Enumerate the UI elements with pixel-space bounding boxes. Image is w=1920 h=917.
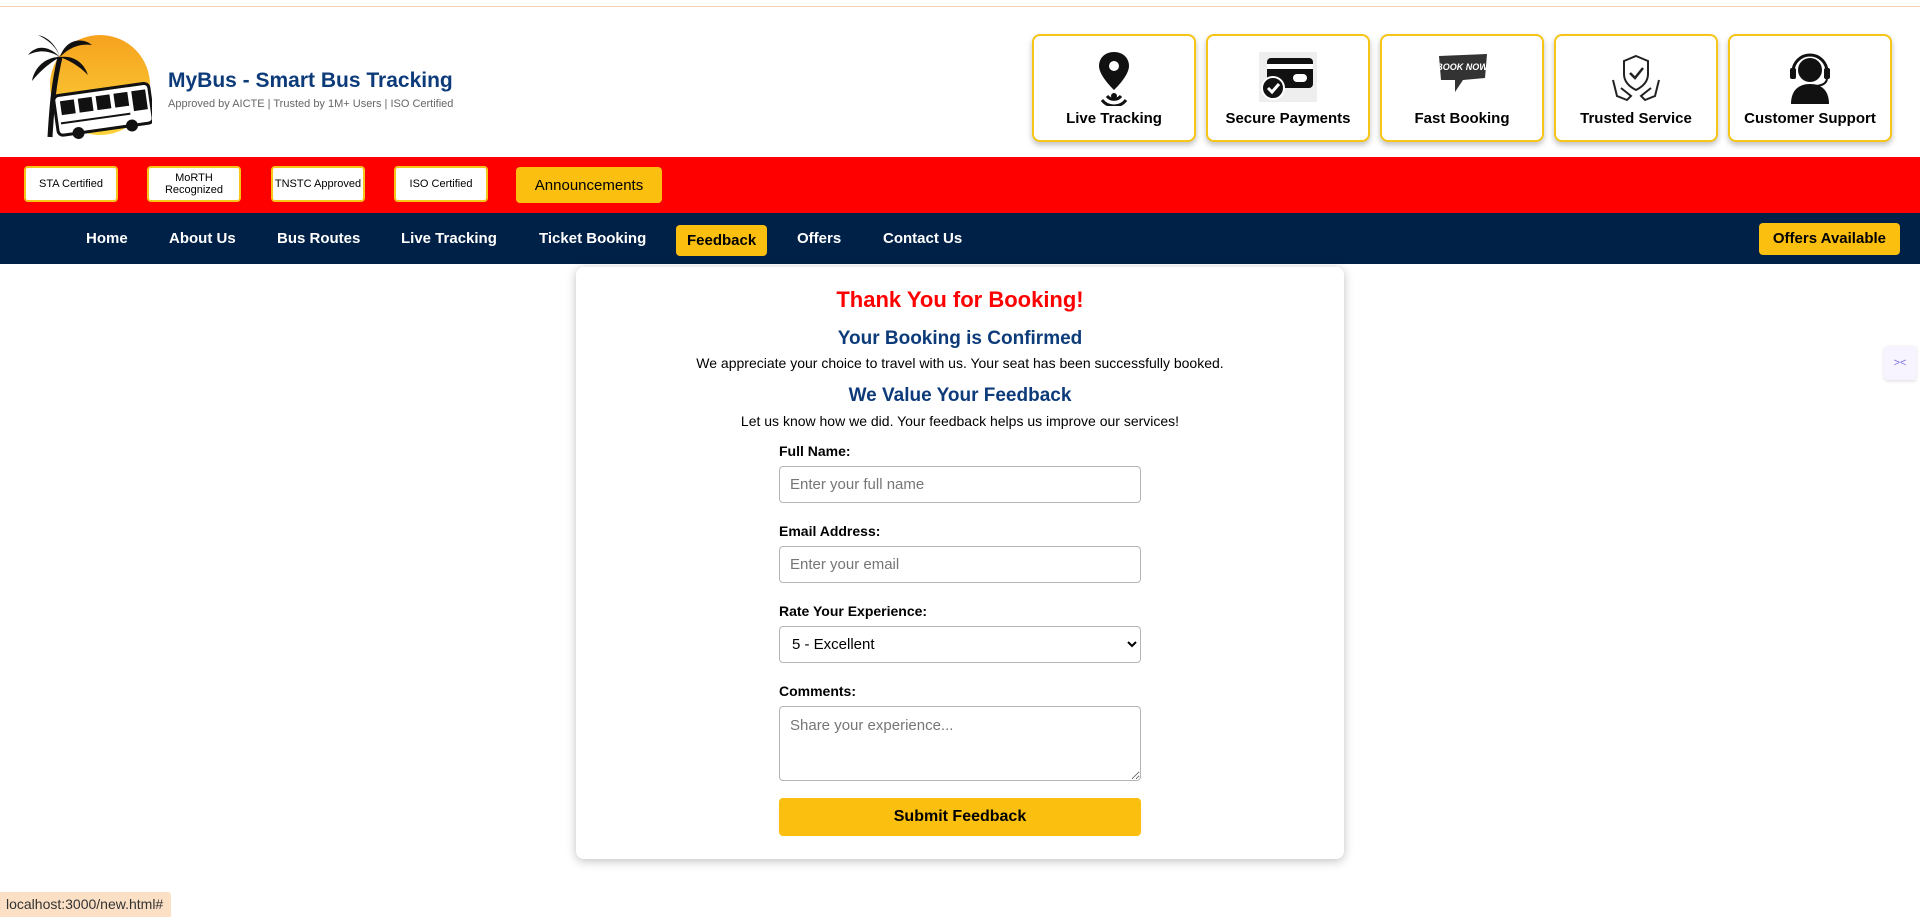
thank-you-title: Thank You for Booking!	[836, 287, 1084, 312]
rating-label: Rate Your Experience:	[779, 603, 928, 619]
book-now-icon: BOOK NOW	[1436, 53, 1489, 92]
full-name-input[interactable]	[779, 466, 1141, 503]
feedback-heading: We Value Your Feedback	[848, 385, 1072, 406]
shield-hands-icon	[1612, 54, 1660, 101]
site-header: MyBus - Smart Bus Tracking Approved by A…	[0, 7, 1920, 157]
nav-ticket-booking[interactable]: Ticket Booking	[539, 213, 646, 264]
brand-subtitle: Approved by AICTE | Trusted by 1M+ Users…	[168, 98, 454, 110]
badge-morth-recognized[interactable]: MoRTH Recognized	[147, 166, 241, 202]
booking-confirmed-heading: Your Booking is Confirmed	[837, 328, 1083, 349]
feedback-intro: Let us know how we did. Your feedback he…	[740, 413, 1180, 429]
feedback-form: Full Name: Email Address: Rate Your Expe…	[779, 443, 1141, 836]
feature-label: Trusted Service	[1580, 109, 1692, 127]
feature-label: Live Tracking	[1066, 109, 1162, 127]
bus-palm-logo[interactable]	[26, 33, 152, 141]
submit-feedback-button[interactable]: Submit Feedback	[779, 798, 1141, 836]
feature-customer-support[interactable]: Customer Support	[1728, 34, 1892, 142]
status-bar-url: localhost:3000/new.html#	[0, 892, 172, 917]
brand-block: MyBus - Smart Bus Tracking Approved by A…	[168, 69, 453, 110]
credit-card-icon	[1259, 51, 1317, 102]
top-border	[0, 0, 1920, 7]
feature-label: Customer Support	[1744, 109, 1876, 127]
nav-bus-routes[interactable]: Bus Routes	[277, 213, 360, 264]
email-label: Email Address:	[779, 523, 881, 539]
feature-trusted-service[interactable]: Trusted Service	[1554, 34, 1718, 142]
comments-label: Comments:	[779, 683, 857, 699]
side-widget-icon[interactable]: ><	[1884, 346, 1916, 380]
headset-icon	[1790, 53, 1830, 104]
feature-cards: Live Tracking Secure Payments BOOK NOW F…	[1032, 34, 1892, 142]
feature-fast-booking[interactable]: BOOK NOW Fast Booking	[1380, 34, 1544, 142]
location-pin-icon	[1099, 51, 1129, 106]
confirmation-message: We appreciate your choice to travel with…	[696, 355, 1224, 371]
feature-live-tracking[interactable]: Live Tracking	[1032, 34, 1196, 142]
badge-iso-certified[interactable]: ISO Certified	[394, 166, 488, 202]
rating-select[interactable]: 5 - Excellent	[779, 626, 1141, 663]
full-name-label: Full Name:	[779, 443, 851, 459]
email-input[interactable]	[779, 546, 1141, 583]
feature-label: Fast Booking	[1414, 109, 1510, 127]
svg-text:BOOK NOW: BOOK NOW	[1436, 62, 1489, 72]
nav-home[interactable]: Home	[86, 213, 128, 264]
nav-live-tracking[interactable]: Live Tracking	[401, 213, 497, 264]
certification-bar: STA Certified MoRTH Recognized TNSTC App…	[0, 157, 1920, 213]
badge-tnstc-approved[interactable]: TNSTC Approved	[271, 166, 365, 202]
main-nav: Home About Us Bus Routes Live Tracking T…	[0, 213, 1920, 264]
brand-title[interactable]: MyBus - Smart Bus Tracking	[168, 69, 453, 93]
feature-secure-payments[interactable]: Secure Payments	[1206, 34, 1370, 142]
announcements-button[interactable]: Announcements	[516, 167, 662, 203]
feedback-card: Thank You for Booking! Your Booking is C…	[576, 267, 1344, 859]
nav-contact-us[interactable]: Contact Us	[883, 213, 962, 264]
comments-textarea[interactable]	[779, 706, 1141, 781]
offers-available-button[interactable]: Offers Available	[1758, 223, 1900, 255]
nav-offers[interactable]: Offers	[797, 213, 841, 264]
badge-sta-certified[interactable]: STA Certified	[24, 166, 118, 202]
feature-label: Secure Payments	[1225, 109, 1351, 127]
nav-about-us[interactable]: About Us	[169, 213, 236, 264]
nav-feedback[interactable]: Feedback	[676, 225, 768, 256]
